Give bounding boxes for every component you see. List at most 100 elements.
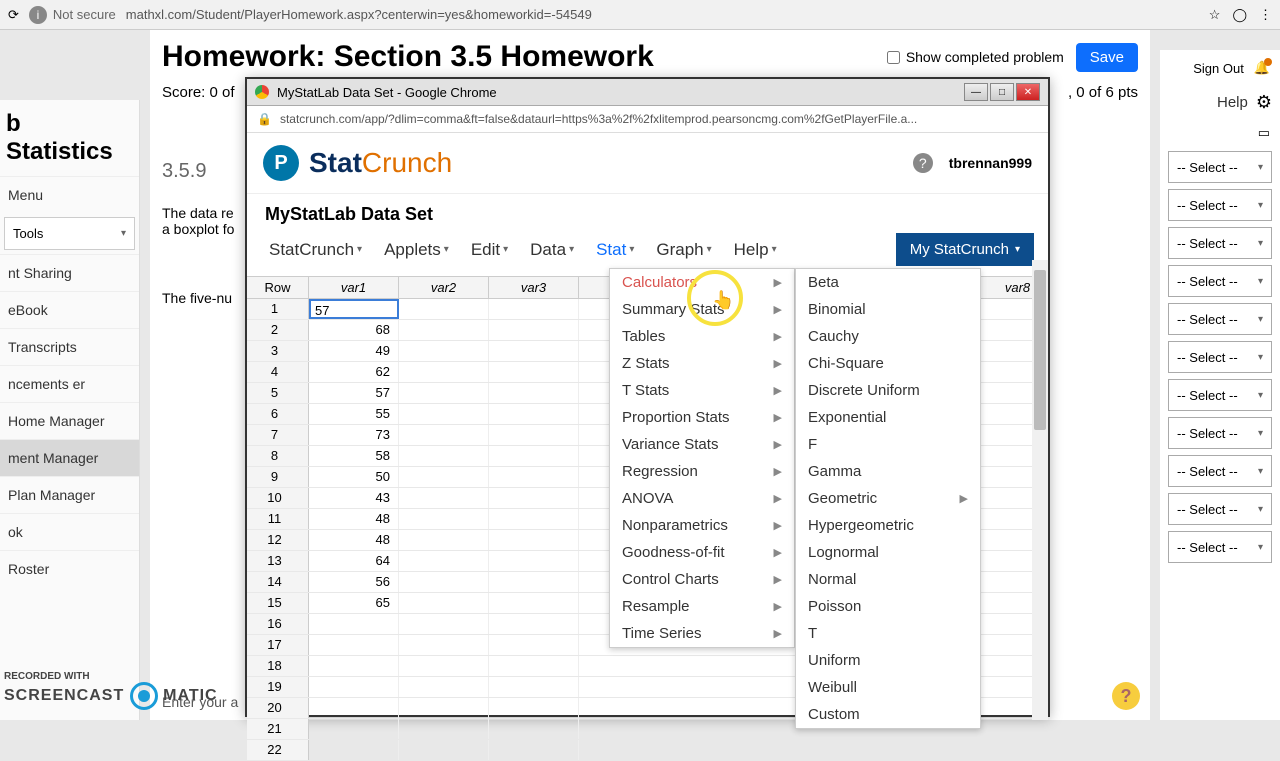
cell-var2[interactable] xyxy=(399,320,489,340)
cell-var1[interactable] xyxy=(309,656,399,676)
row-number[interactable]: 21 xyxy=(247,719,309,739)
cell-var2[interactable] xyxy=(399,467,489,487)
select-dropdown[interactable]: -- Select --▾ xyxy=(1168,227,1272,259)
submenu-item[interactable]: Resample▶ xyxy=(610,593,794,620)
menu-applets[interactable]: Applets ▾ xyxy=(376,236,457,264)
row-number[interactable]: 2 xyxy=(247,320,309,340)
submenu-item[interactable]: Summary Stats▶ xyxy=(610,296,794,323)
submenu-item[interactable]: Control Charts▶ xyxy=(610,566,794,593)
submenu-item[interactable]: Chi-Square xyxy=(796,350,980,377)
cell-var3[interactable] xyxy=(489,446,579,466)
cell-var1[interactable]: 48 xyxy=(309,509,399,529)
cell-var1[interactable] xyxy=(309,740,399,760)
submenu-item[interactable]: Uniform xyxy=(796,647,980,674)
cell-var1[interactable] xyxy=(309,698,399,718)
row-number[interactable]: 16 xyxy=(247,614,309,634)
submenu-item[interactable]: F xyxy=(796,431,980,458)
reload-icon[interactable]: ⟳ xyxy=(8,7,19,23)
cell-var3[interactable] xyxy=(489,572,579,592)
cell-var2[interactable] xyxy=(399,425,489,445)
cell-var3[interactable] xyxy=(489,530,579,550)
cell-var3[interactable] xyxy=(489,509,579,529)
select-dropdown[interactable]: -- Select --▾ xyxy=(1168,265,1272,297)
submenu-item[interactable]: Cauchy xyxy=(796,323,980,350)
submenu-item[interactable]: T Stats▶ xyxy=(610,377,794,404)
cell-var2[interactable] xyxy=(399,698,489,718)
username[interactable]: tbrennan999 xyxy=(949,155,1032,171)
submenu-item[interactable]: ANOVA▶ xyxy=(610,485,794,512)
cell-var1[interactable]: 62 xyxy=(309,362,399,382)
cell-var3[interactable] xyxy=(489,467,579,487)
col-row[interactable]: Row xyxy=(247,277,309,298)
cell-var2[interactable] xyxy=(399,593,489,613)
submenu-item[interactable]: Lognormal xyxy=(796,539,980,566)
cell-var3[interactable] xyxy=(489,425,579,445)
row-number[interactable]: 9 xyxy=(247,467,309,487)
submenu-item[interactable]: Custom xyxy=(796,701,980,728)
popup-titlebar[interactable]: MyStatLab Data Set - Google Chrome — □ ✕ xyxy=(247,79,1048,106)
cell-var3[interactable] xyxy=(489,656,579,676)
row-number[interactable]: 5 xyxy=(247,383,309,403)
cell-var2[interactable] xyxy=(399,614,489,634)
url-text[interactable]: mathxl.com/Student/PlayerHomework.aspx?c… xyxy=(126,7,592,22)
submenu-item[interactable]: Weibull xyxy=(796,674,980,701)
cell-var1[interactable]: 73 xyxy=(309,425,399,445)
cell-var3[interactable] xyxy=(489,740,579,760)
cell-var2[interactable] xyxy=(399,383,489,403)
submenu-item[interactable]: Beta xyxy=(796,269,980,296)
extension-icon[interactable]: ◯ xyxy=(1232,7,1247,23)
row-number[interactable]: 1 xyxy=(247,299,309,319)
submenu-item[interactable]: Tables▶ xyxy=(610,323,794,350)
row-number[interactable]: 22 xyxy=(247,740,309,760)
cell-var3[interactable] xyxy=(489,488,579,508)
submenu-item[interactable]: Geometric▶ xyxy=(796,485,980,512)
cell-var3[interactable] xyxy=(489,404,579,424)
cell-var2[interactable] xyxy=(399,572,489,592)
bell-icon[interactable]: 🔔 xyxy=(1254,60,1270,76)
help-link[interactable]: Help xyxy=(1217,94,1248,111)
select-dropdown[interactable]: -- Select --▾ xyxy=(1168,493,1272,525)
popup-url-bar[interactable]: 🔒 statcrunch.com/app/?dlim=comma&ft=fals… xyxy=(247,106,1048,133)
sidebar-menu[interactable]: Menu xyxy=(0,176,139,213)
help-circle-icon[interactable]: ? xyxy=(913,153,933,173)
menu-data[interactable]: Data ▾ xyxy=(522,236,582,264)
sidebar-item[interactable]: ment Manager xyxy=(0,439,139,476)
cell-var2[interactable] xyxy=(399,509,489,529)
cell-var1[interactable]: 56 xyxy=(309,572,399,592)
cell-var3[interactable] xyxy=(489,593,579,613)
cell-var2[interactable] xyxy=(399,635,489,655)
help-icon[interactable]: ? xyxy=(1112,682,1140,710)
submenu-item[interactable]: Exponential xyxy=(796,404,980,431)
cell-var1[interactable]: 50 xyxy=(309,467,399,487)
cell-var1[interactable] xyxy=(309,677,399,697)
row-number[interactable]: 15 xyxy=(247,593,309,613)
submenu-item[interactable]: Z Stats▶ xyxy=(610,350,794,377)
cell-var3[interactable] xyxy=(489,719,579,739)
row-number[interactable]: 7 xyxy=(247,425,309,445)
cell-var1[interactable]: 68 xyxy=(309,320,399,340)
save-button[interactable]: Save xyxy=(1076,43,1138,72)
row-number[interactable]: 18 xyxy=(247,656,309,676)
select-dropdown[interactable]: -- Select --▾ xyxy=(1168,531,1272,563)
my-statcrunch-button[interactable]: My StatCrunch▾ xyxy=(896,233,1034,266)
submenu-item[interactable]: Goodness-of-fit▶ xyxy=(610,539,794,566)
select-dropdown[interactable]: -- Select --▾ xyxy=(1168,455,1272,487)
submenu-item[interactable]: Normal xyxy=(796,566,980,593)
cell-var3[interactable] xyxy=(489,635,579,655)
submenu-item[interactable]: Time Series▶ xyxy=(610,620,794,647)
table-row[interactable]: 22 xyxy=(247,740,1048,761)
select-dropdown[interactable]: -- Select --▾ xyxy=(1168,303,1272,335)
cell-var2[interactable] xyxy=(399,740,489,760)
select-dropdown[interactable]: -- Select --▾ xyxy=(1168,341,1272,373)
grid-scrollbar[interactable] xyxy=(1032,260,1048,720)
row-number[interactable]: 12 xyxy=(247,530,309,550)
cell-var1[interactable] xyxy=(309,635,399,655)
sidebar-item[interactable]: Roster xyxy=(0,550,139,587)
cell-var1[interactable] xyxy=(309,719,399,739)
cell-var3[interactable] xyxy=(489,320,579,340)
submenu-item[interactable]: Nonparametrics▶ xyxy=(610,512,794,539)
submenu-item[interactable]: Proportion Stats▶ xyxy=(610,404,794,431)
close-button[interactable]: ✕ xyxy=(1016,83,1040,101)
menu-statcrunch[interactable]: StatCrunch ▾ xyxy=(261,236,370,264)
cell-var1[interactable]: 57 xyxy=(309,383,399,403)
